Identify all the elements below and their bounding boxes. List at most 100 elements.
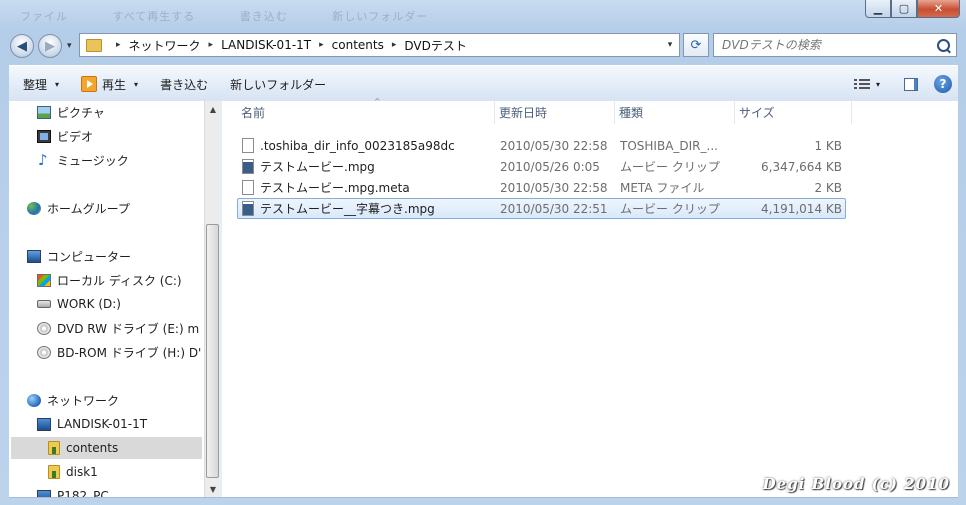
file-row[interactable]: テストムービー.mpg.meta 2010/05/30 22:58 META フ… (237, 177, 846, 198)
recent-pages-button[interactable]: ▾ (67, 41, 72, 51)
ghost-tab: 書き込む (239, 10, 288, 23)
sidebar-item-network[interactable]: ネットワーク (27, 389, 119, 411)
file-name: テストムービー.mpg (260, 160, 375, 174)
close-icon: ✕ (933, 2, 944, 15)
view-options-icon[interactable] (853, 78, 870, 91)
file-date: 2010/05/30 22:58 (500, 180, 608, 195)
breadcrumb-landisk[interactable]: LANDISK-01-1T (221, 38, 311, 52)
sidebar-item-p182-pc[interactable]: P182_PC (37, 485, 109, 497)
sidebar-item-contents[interactable]: contents (11, 437, 202, 459)
watermark-text: Degi Blood (c) 2010 (762, 475, 950, 493)
play-label: 再生 (102, 77, 127, 92)
chevron-right-icon[interactable]: ▸ (319, 40, 324, 50)
sidebar-item-homegroup[interactable]: ホームグループ (27, 197, 130, 219)
scrollbar-thumb[interactable] (206, 224, 219, 478)
network-computer-icon (37, 417, 51, 431)
search-box[interactable] (713, 33, 957, 57)
file-size: 4,191,014 KB (761, 201, 842, 216)
column-header-name[interactable]: 名前 ^ (237, 97, 495, 124)
file-size: 1 KB (814, 138, 842, 153)
scroll-up-button[interactable]: ▲ (205, 101, 221, 117)
chevron-right-icon[interactable]: ▸ (209, 40, 214, 50)
column-header-date[interactable]: 更新日時 (495, 101, 615, 124)
sidebar-item-music[interactable]: ミュージック (37, 149, 129, 171)
breadcrumb-dvd-test[interactable]: DVDテスト (404, 37, 466, 54)
command-bar: 整理 ▾ 再生 ▾ 書き込む 新しいフォルダー ▾ ? (9, 65, 958, 103)
sidebar-item-videos[interactable]: ビデオ (37, 125, 93, 147)
chevron-right-icon[interactable]: ▸ (392, 40, 397, 50)
sidebar-item-label: ピクチャ (57, 105, 105, 120)
sidebar-item-bd-rom-h[interactable]: BD-ROM ドライブ (H:) D' (37, 341, 201, 363)
music-library-icon (37, 151, 51, 169)
forward-button[interactable]: ▶ (38, 34, 62, 58)
sidebar-item-local-disk-c[interactable]: ローカル ディスク (C:) (37, 269, 182, 291)
dvd-drive-icon (37, 321, 51, 335)
preview-pane-icon[interactable] (904, 77, 918, 91)
file-row[interactable]: テストムービー.mpg 2010/05/26 0:05 ムービー クリップ 6,… (237, 156, 846, 177)
navigation-pane-scrollbar[interactable]: ▲ ▼ (204, 101, 220, 497)
address-history-dropdown[interactable]: ▾ (661, 40, 679, 50)
column-header-row: 名前 ^ 更新日時 種類 サイズ (223, 97, 958, 124)
generic-file-icon (242, 180, 254, 195)
column-header-type[interactable]: 種類 (615, 101, 735, 124)
network-icon (27, 393, 41, 407)
scroll-down-button[interactable]: ▼ (205, 481, 221, 497)
file-type: ムービー クリップ (620, 160, 720, 174)
sidebar-item-label: BD-ROM ドライブ (H:) D' (57, 345, 202, 360)
sidebar-item-disk1[interactable]: disk1 (48, 461, 98, 483)
play-icon (81, 76, 98, 92)
file-type: TOSHIBA_DIR_... (620, 138, 718, 153)
view-options-dropdown[interactable]: ▾ (876, 80, 880, 89)
ghost-tab: すべて再生する (112, 10, 196, 23)
breadcrumb-contents[interactable]: contents (332, 38, 384, 52)
address-bar[interactable]: ▸ ネットワーク ▸ LANDISK-01-1T ▸ contents ▸ DV… (79, 33, 680, 57)
shared-folder-icon (48, 441, 60, 455)
file-row-selected[interactable]: テストムービー__字幕つき.mpg 2010/05/30 22:51 ムービー … (237, 198, 846, 219)
file-name: テストムービー__字幕つき.mpg (260, 202, 435, 216)
file-size: 6,347,664 KB (761, 159, 842, 174)
search-input[interactable] (722, 38, 922, 52)
computer-icon (27, 249, 41, 263)
forward-arrow-icon: ▶ (45, 38, 55, 54)
sidebar-item-landisk[interactable]: LANDISK-01-1T (37, 413, 147, 435)
sidebar-item-label: ビデオ (57, 129, 94, 144)
burn-button[interactable]: 書き込む (152, 71, 216, 97)
column-header-size[interactable]: サイズ (735, 101, 852, 124)
toolbar-right: ▾ ? (853, 75, 958, 93)
close-button[interactable]: ✕ (917, 0, 960, 18)
play-button[interactable]: 再生 ▾ (73, 71, 146, 97)
organize-button[interactable]: 整理 ▾ (15, 71, 67, 97)
sidebar-item-label: disk1 (66, 465, 98, 479)
refresh-icon: ⟳ (690, 37, 702, 53)
video-library-icon (37, 129, 51, 143)
folder-icon (86, 38, 102, 52)
shared-folder-icon (48, 465, 60, 479)
sidebar-item-label: ローカル ディスク (C:) (57, 273, 182, 288)
generic-file-icon (242, 138, 254, 153)
maximize-button[interactable]: ▢ (891, 0, 917, 18)
file-row[interactable]: .toshiba_dir_info_0023185a98dc 2010/05/3… (237, 135, 846, 156)
windows-drive-icon (37, 273, 51, 287)
minimize-button[interactable]: ▁ (865, 0, 891, 18)
organize-label: 整理 (23, 77, 48, 92)
chevron-right-icon[interactable]: ▸ (116, 40, 121, 50)
sidebar-item-label: コンピューター (47, 249, 132, 264)
sidebar-item-computer[interactable]: コンピューター (27, 245, 131, 267)
sidebar-item-label: contents (66, 441, 119, 455)
ghost-tab: ファイル (20, 10, 68, 23)
column-header-label: 更新日時 (499, 106, 548, 120)
sidebar-item-label: ミュージック (57, 153, 129, 168)
help-icon[interactable]: ? (934, 75, 952, 93)
file-name: .toshiba_dir_info_0023185a98dc (260, 138, 455, 153)
explorer-window: ファイル すべて再生する 書き込む 新しいフォルダー ▁ ▢ ✕ ◀ ▶ ▾ ▸… (0, 0, 966, 505)
sidebar-item-dvd-rw-e[interactable]: DVD RW ドライブ (E:) m (37, 317, 199, 339)
sidebar-item-label: WORK (D:) (57, 297, 121, 311)
new-folder-button[interactable]: 新しいフォルダー (222, 71, 334, 97)
refresh-button[interactable]: ⟳ (683, 33, 709, 57)
sidebar-item-pictures[interactable]: ピクチャ (37, 101, 105, 123)
search-icon[interactable] (937, 38, 950, 52)
back-button[interactable]: ◀ (10, 34, 34, 58)
sidebar-item-work-d[interactable]: WORK (D:) (37, 293, 121, 315)
pane-splitter[interactable] (220, 101, 222, 497)
breadcrumb-network[interactable]: ネットワーク (129, 37, 201, 54)
